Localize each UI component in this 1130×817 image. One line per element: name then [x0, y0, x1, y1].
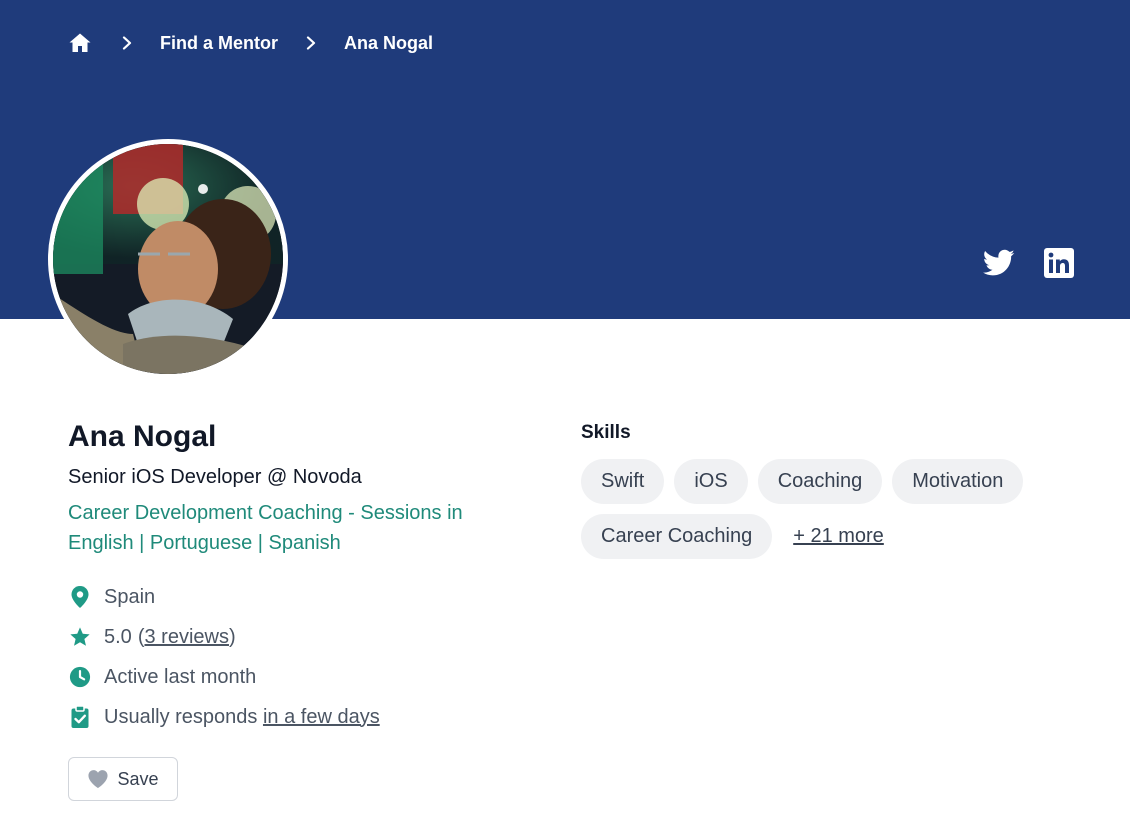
skill-pill[interactable]: iOS — [674, 459, 748, 504]
location-pin-icon — [68, 585, 92, 609]
mentor-tagline: Career Development Coaching - Sessions i… — [68, 502, 463, 554]
star-icon — [68, 625, 92, 649]
activity-row: Active last month — [68, 663, 508, 691]
avatar — [48, 139, 288, 379]
chevron-right-icon — [304, 36, 318, 50]
reviews-close-paren: ) — [228, 625, 236, 648]
rating-row: 5.0 (3 reviews) — [68, 623, 508, 651]
breadcrumb: Find a Mentor Ana Nogal — [68, 27, 433, 59]
twitter-icon[interactable] — [983, 247, 1015, 279]
activity-text: Active last month — [104, 665, 257, 688]
save-button-label: Save — [117, 768, 159, 789]
skill-pill[interactable]: Motivation — [892, 459, 1024, 504]
skills-list: Swift iOS Coaching Motivation Career Coa… — [581, 459, 1081, 569]
rating-value: 5.0 — [104, 625, 132, 648]
home-icon[interactable] — [68, 31, 92, 55]
skill-pill[interactable]: Swift — [581, 459, 665, 504]
breadcrumb-find-a-mentor[interactable]: Find a Mentor — [160, 33, 278, 54]
location-text: Spain — [104, 585, 156, 608]
skills-heading: Skills — [581, 422, 631, 443]
more-skills-link[interactable]: + 21 more — [793, 514, 884, 559]
mentor-name: Ana Nogal — [68, 420, 217, 453]
skill-pill[interactable]: Career Coaching — [581, 514, 773, 559]
breadcrumb-current-mentor[interactable]: Ana Nogal — [344, 33, 433, 54]
response-time-link[interactable]: in a few days — [263, 706, 380, 729]
clipboard-check-icon — [68, 705, 92, 729]
reviews-open-paren: ( — [137, 625, 145, 648]
response-time-prefix: Usually responds — [104, 705, 263, 728]
location-row: Spain — [68, 583, 508, 611]
clock-icon — [68, 665, 92, 689]
skill-pill[interactable]: Coaching — [757, 459, 883, 504]
linkedin-icon[interactable] — [1043, 247, 1075, 279]
response-time-row: Usually responds in a few days — [68, 703, 508, 731]
reviews-link[interactable]: 3 reviews — [144, 626, 228, 649]
save-button[interactable]: Save — [68, 757, 178, 801]
heart-icon — [87, 768, 109, 790]
mentor-headline: Senior iOS Developer @ Novoda — [68, 466, 362, 488]
chevron-right-icon — [120, 36, 134, 50]
